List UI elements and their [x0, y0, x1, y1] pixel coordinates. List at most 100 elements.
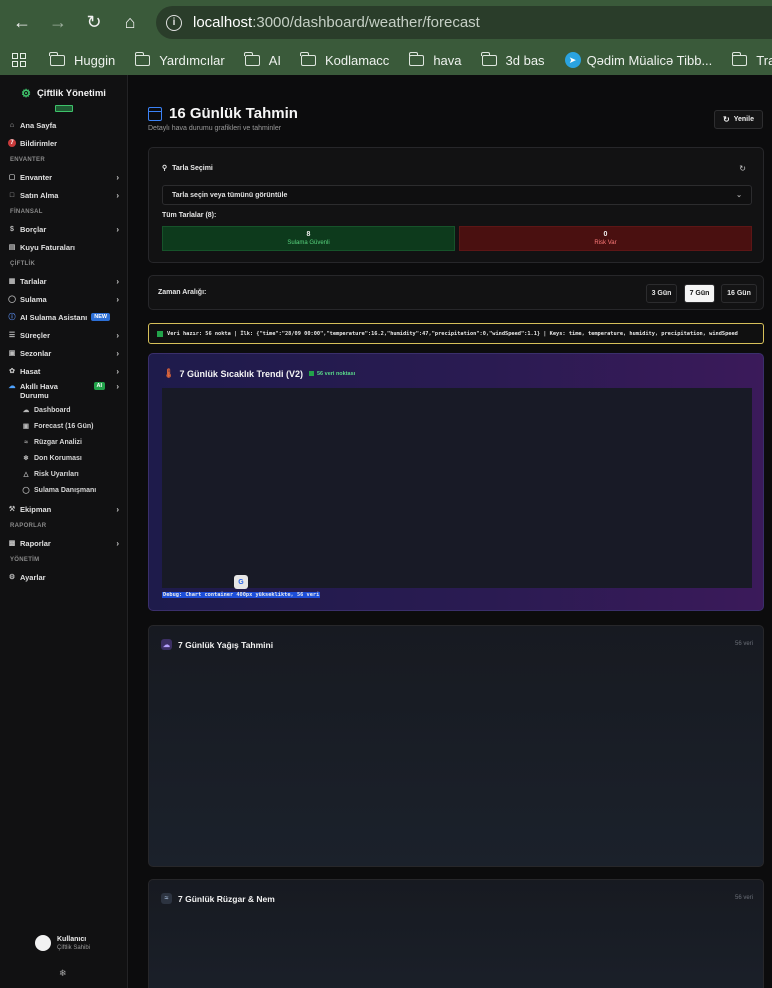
cloud-icon: ☁ — [8, 383, 16, 390]
reload-icon[interactable]: ↻ — [82, 11, 106, 35]
droplet-icon: ◯ — [8, 296, 16, 303]
precipitation-chart-card: ☁ 7 Günlük Yağış Tahmini 56 veri — [148, 625, 764, 867]
sidebar-item-processes[interactable]: ☰ Süreçler › — [0, 326, 127, 344]
sidebar-item-fields[interactable]: ▦ Tarlalar › — [0, 272, 127, 290]
check-icon — [308, 371, 314, 376]
range-7-days-button[interactable]: 7 Gün — [684, 284, 715, 303]
sidebar-item-well-invoices[interactable]: ▤ Kuyu Faturaları — [0, 238, 127, 256]
calendar-icon: ▣ — [22, 423, 30, 430]
sidebar-item-seasons[interactable]: ▣ Sezonlar › — [0, 344, 127, 362]
irrigation-safe-stat[interactable]: 8 Sulama Güvenli — [162, 226, 455, 251]
sidebar-item-irrigation[interactable]: ◯ Sulama › — [0, 290, 127, 308]
sidebar-item-smart-weather[interactable]: ☁ Akıllı Hava Durumu AI › — [0, 380, 127, 402]
sidebar-item-debts[interactable]: $ Borçlar › — [0, 220, 127, 238]
bookmark-folder[interactable]: 3d bas — [480, 51, 545, 68]
sidebar-subitem-wind[interactable]: ≈ Rüzgar Analizi — [0, 434, 127, 450]
cloud-icon: ☁ — [22, 407, 30, 414]
sidebar-item-inventory[interactable]: ▢ Envanter › — [0, 168, 127, 186]
wind-humidity-chart-card: ≈7 Günlük Rüzgar & Nem 56 veri — [148, 879, 764, 988]
sidebar-item-settings[interactable]: ⚙ Ayarlar — [0, 568, 127, 586]
section-reports: RAPORLAR — [10, 523, 47, 529]
wind-humidity-chart-title: ≈7 Günlük Rüzgar & Nem — [161, 893, 275, 904]
range-16-days-button[interactable]: 16 Gün — [721, 284, 757, 303]
dollar-icon: $ — [10, 225, 14, 233]
folder-icon — [408, 51, 425, 66]
chevron-right-icon: › — [116, 276, 119, 286]
temperature-chart-title: 🌡 7 Günlük Sıcaklık Trendi (V2) 56 veri no… — [163, 368, 356, 379]
bookmarks-bar: Huggin Yardımcılar AI Kodlamacc hava 3d … — [0, 45, 772, 75]
user-name: Kullanıcı — [57, 935, 87, 943]
main-content: 16 Günlük Tahmin Detaylı hava durumu gra… — [129, 75, 772, 988]
sidebar-item-purchase[interactable]: □ Satın Alma › — [0, 186, 127, 204]
home-icon[interactable]: ⌂ — [118, 11, 142, 35]
chart-icon: ▩ — [8, 540, 16, 547]
chevron-right-icon: › — [116, 538, 119, 548]
chevron-right-icon: › — [116, 366, 119, 376]
check-icon — [157, 330, 163, 337]
settings-gear-icon[interactable]: ❄ — [59, 968, 67, 979]
address-bar[interactable]: i localhost:3000/dashboard/weather/forec… — [156, 6, 772, 39]
wind-icon: ≈ — [161, 893, 172, 904]
field-selection-card: ⚲ Tarla Seçimi ↻ Tarla seçin veya tümünü … — [148, 147, 764, 263]
bookmark-folder[interactable]: Kodlamacc — [300, 51, 389, 68]
bookmark-telegram[interactable]: ➤ Qədim Müalicə Tibb... — [564, 52, 712, 68]
chevron-right-icon: › — [116, 172, 119, 182]
notification-count-badge: 7 — [8, 139, 16, 147]
warning-icon: △ — [23, 471, 29, 478]
sidebar-subitem-dashboard[interactable]: ☁ Dashboard — [0, 402, 127, 418]
sidebar-item-equipment[interactable]: ⚒ Ekipman › — [0, 500, 127, 518]
bookmark-folder[interactable]: AI — [244, 51, 281, 68]
bookmark-folder[interactable]: Huggin — [49, 51, 115, 68]
sidebar-item-harvest[interactable]: ✿ Hasat › — [0, 362, 127, 380]
risk-stat[interactable]: 0 Risk Var — [459, 226, 752, 251]
tractor-icon: ⚙ — [21, 87, 31, 100]
bookmark-folder[interactable]: hava — [408, 51, 462, 68]
back-icon[interactable]: ← — [10, 11, 34, 35]
map-pin-icon: ⚲ — [162, 165, 168, 172]
sidebar-item-ai-assistant[interactable]: ⓘ AI Sulama Asistanı NEW — [0, 308, 127, 326]
sidebar-item-reports[interactable]: ▩ Raporlar › — [0, 534, 127, 552]
field-refresh-icon[interactable]: ↻ — [739, 164, 746, 173]
rain-icon: ☁ — [161, 639, 172, 650]
apps-grid-icon[interactable] — [12, 53, 26, 67]
wrench-icon: ⚒ — [8, 506, 16, 513]
field-select[interactable]: Tarla seçin veya tümünü görüntüle ⌄ — [162, 185, 752, 205]
bookmark-folder[interactable]: Tradin — [731, 51, 772, 68]
chevron-right-icon: › — [116, 348, 119, 358]
site-info-icon[interactable]: i — [166, 14, 182, 31]
snowflake-icon: ❄ — [23, 455, 29, 462]
refresh-button[interactable]: ↻ Yenile — [714, 110, 763, 129]
ai-badge: AI — [93, 382, 105, 390]
translate-icon[interactable]: G — [234, 575, 248, 589]
info-icon: ⓘ — [8, 314, 16, 321]
sprout-icon: ✿ — [9, 368, 15, 375]
new-badge: NEW — [91, 313, 111, 321]
browser-toolbar: ← → ↻ ⌂ i localhost:3000/dashboard/weath… — [0, 0, 772, 45]
chevron-right-icon: › — [116, 190, 119, 200]
user-profile[interactable]: Kullanıcı Çiftlik Sahibi — [0, 935, 128, 951]
chevron-down-icon: › — [116, 382, 119, 391]
sidebar-item-home[interactable]: ⌂ Ana Sayfa — [0, 116, 127, 134]
range-3-days-button[interactable]: 3 Gün — [646, 284, 677, 303]
sidebar-subitem-forecast[interactable]: ▣ Forecast (16 Gün) — [0, 418, 127, 434]
field-selection-title: ⚲ Tarla Seçimi — [162, 164, 213, 173]
temperature-chart-card: 🌡 7 Günlük Sıcaklık Trendi (V2) 56 veri no… — [148, 353, 764, 611]
data-points-badge: 56 veri noktası — [308, 371, 355, 377]
sidebar-subitem-risk[interactable]: △ Risk Uyarıları — [0, 466, 127, 482]
page-title: 16 Günlük Tahmin — [148, 105, 298, 122]
folder-icon — [244, 51, 260, 66]
sidebar-subitem-irrigation-advisor[interactable]: ◯ Sulama Danışmanı — [0, 482, 127, 498]
data-ready-banner: Veri hazır: 56 nokta | İlk: {"time":"28/… — [148, 323, 764, 344]
gear-icon: ⚙ — [8, 574, 16, 581]
sidebar-item-notifications[interactable]: 7 Bildirimler — [0, 134, 127, 152]
folder-icon — [49, 51, 65, 66]
brand[interactable]: ⚙ Çiftlik Yönetimi — [0, 82, 127, 104]
chevron-right-icon: › — [116, 330, 119, 340]
section-farm: ÇİFTLİK — [10, 261, 36, 267]
brand-indicator — [54, 105, 73, 112]
bookmark-folder[interactable]: Yardımcılar — [134, 51, 225, 68]
temperature-chart-area — [162, 388, 752, 588]
sidebar-subitem-frost[interactable]: ❄ Don Koruması — [0, 450, 127, 466]
avatar — [35, 935, 51, 951]
forward-icon[interactable]: → — [46, 11, 70, 35]
